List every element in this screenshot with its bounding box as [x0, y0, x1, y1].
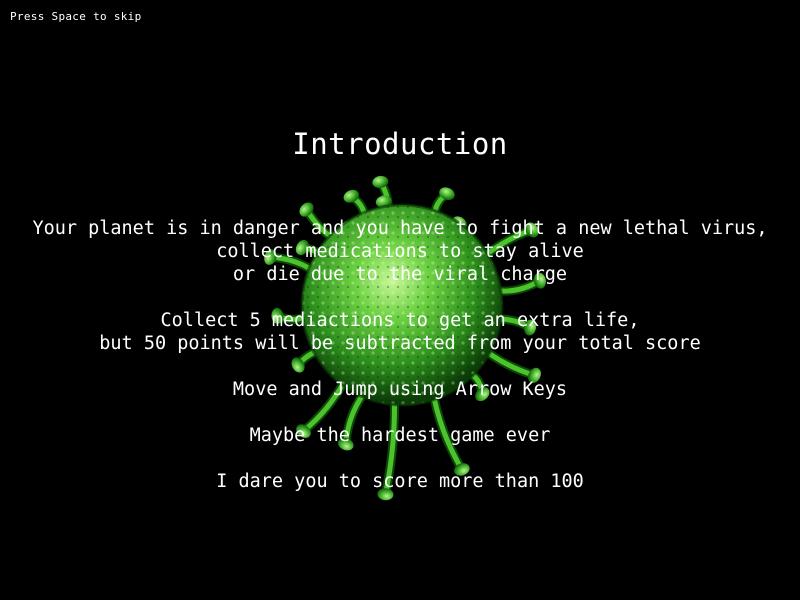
page-title: Introduction	[292, 127, 508, 161]
intro-line: but 50 points will be subtracted from yo…	[99, 333, 701, 354]
intro-line: or die due to the viral charge	[232, 264, 568, 285]
intro-line: collect medications to stay alive	[216, 241, 584, 262]
skip-hint: Press Space to skip	[10, 10, 142, 23]
intro-line: Your planet is in danger and you have to…	[32, 218, 768, 239]
intro-screen: Press Space to skip Introduction Your pl…	[0, 0, 800, 600]
controls-line: Move and Jump using Arrow Keys	[232, 379, 568, 400]
intro-line: Maybe the hardest game ever	[249, 425, 551, 446]
intro-line: Collect 5 mediactions to get an extra li…	[160, 310, 640, 331]
challenge-line: I dare you to score more than 100	[216, 471, 584, 492]
